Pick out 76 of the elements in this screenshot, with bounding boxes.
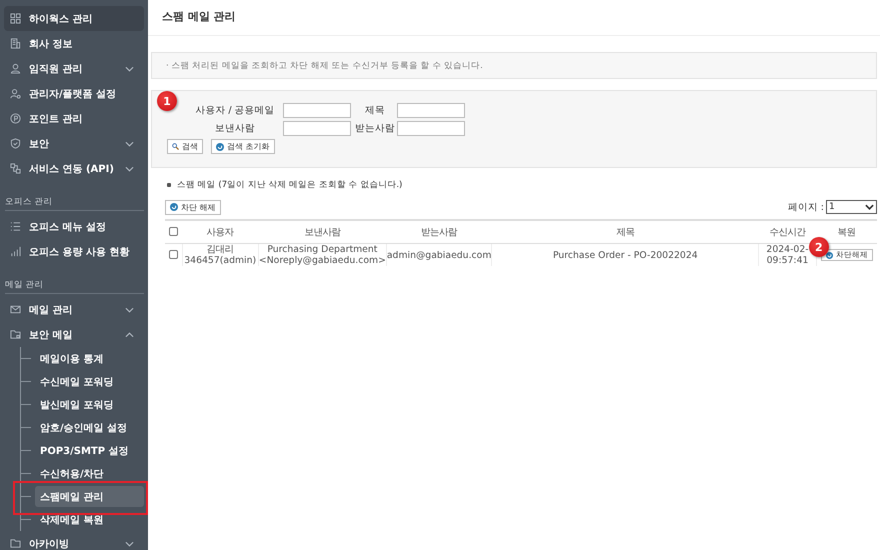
submenu-item[interactable]: 스팸메일 관리 [35, 486, 144, 507]
sidebar-item[interactable]: 오피스 메뉴 설정 [4, 214, 144, 239]
chevron-icon[interactable] [125, 332, 134, 338]
field-label: 사용자 / 공용메일 [194, 104, 276, 117]
reset-button[interactable]: 검색 초기화 [211, 139, 275, 154]
sidebar-item[interactable]: 임직원 관리 [4, 56, 144, 81]
select-all-checkbox[interactable] [169, 227, 178, 236]
submenu-item[interactable]: 삭제메일 복원 [35, 509, 144, 530]
envelope-icon [10, 304, 21, 315]
unblock-button[interactable]: 차단 해제 [165, 200, 221, 214]
sidebar-item[interactable]: 서비스 연동 (API) [4, 156, 144, 181]
sidebar-item[interactable]: 보안 [4, 131, 144, 156]
chevron-icon[interactable] [125, 140, 134, 146]
user-gear-icon [10, 88, 21, 99]
sidebar-item[interactable]: 아카이빙 [4, 531, 144, 550]
folder-lock-icon [10, 329, 21, 340]
row-checkbox[interactable] [168, 250, 178, 260]
person-icon [10, 63, 21, 74]
sidebar-item[interactable]: 회사 정보 [4, 31, 144, 56]
input-field[interactable] [397, 103, 465, 118]
refresh-icon [216, 142, 224, 150]
column-header: 복원 [816, 220, 877, 244]
column-header: 제목 [492, 220, 759, 244]
folder-icon [10, 538, 21, 549]
search-icon [172, 143, 179, 150]
bar-chart-icon [10, 246, 21, 257]
field-label: 제목 [364, 104, 386, 117]
sidebar-item[interactable]: 오피스 용량 사용 현황 [4, 239, 144, 264]
coin-icon [10, 113, 21, 124]
column-header: 수신시간 [758, 220, 816, 244]
info-notice: · 스팸 처리된 메일을 조회하고 차단 해제 또는 수신거부 등록을 할 수 있습니다. [151, 52, 877, 79]
sidebar-item[interactable]: 포인트 관리 [4, 106, 144, 131]
table-cell: 2024-02- 09:57:41 [766, 244, 809, 266]
grid-icon [10, 13, 21, 24]
link-icon [10, 163, 21, 174]
section-title: 스팸 메일 (7일이 지난 삭제 메일은 조회할 수 없습니다.) [177, 179, 402, 191]
submenu-item[interactable]: 수신허용/차단 [35, 463, 144, 484]
page-label: 페이지 : [788, 200, 824, 214]
sidebar-item[interactable]: 하이웍스 관리 [4, 6, 144, 31]
chevron-icon[interactable] [125, 540, 134, 546]
chevron-icon[interactable] [125, 166, 134, 172]
chevron-icon[interactable] [125, 66, 134, 72]
column-header: 보낸사람 [258, 220, 386, 244]
table-cell: Purchase Order - PO-20022024 [552, 250, 698, 260]
sidebar-item[interactable]: 관리자/플랫폼 설정 [4, 81, 144, 106]
field-label: 보낸사람 [214, 122, 256, 135]
table-cell: 김대리 346457(admin) [184, 244, 256, 266]
page-title: 스팸 메일 관리 [148, 0, 880, 36]
refresh-icon [826, 252, 833, 258]
section-header: 메일 관리 [5, 279, 144, 294]
input-field[interactable] [283, 103, 351, 118]
bullet-icon [167, 183, 171, 187]
refresh-icon [170, 203, 178, 211]
sidebar-item[interactable]: 메일 관리 [4, 297, 144, 322]
table-cell: Purchasing Department <Noreply@gabiaedu.com> [258, 244, 386, 266]
chevron-icon [865, 204, 874, 210]
building-icon [10, 38, 21, 49]
submenu-item[interactable]: 수신메일 포워딩 [35, 371, 144, 392]
submenu-item[interactable]: 메일이용 통계 [35, 348, 144, 369]
submenu-item[interactable]: 암호/승인메일 설정 [35, 417, 144, 438]
column-header: 받는사람 [386, 220, 492, 244]
search-button[interactable]: 검색 [167, 139, 203, 154]
shield-icon [10, 138, 21, 149]
column-header: 사용자 [182, 220, 258, 244]
sidebar-item[interactable]: 보안 메일 [4, 322, 144, 347]
submenu-item[interactable]: POP3/SMTP 설정 [35, 440, 144, 461]
section-header: 오피스 관리 [5, 196, 144, 211]
field-label: 받는사람 [354, 122, 396, 135]
chevron-icon[interactable] [125, 306, 134, 312]
page-select[interactable]: 1 [826, 200, 877, 214]
callout-badge: 1 [157, 91, 177, 111]
submenu-item[interactable]: 발신메일 포워딩 [35, 394, 144, 415]
list-icon [10, 221, 21, 232]
table-cell: admin@gabiaedu.com [386, 250, 492, 260]
input-field[interactable] [283, 121, 351, 136]
input-field[interactable] [397, 121, 465, 136]
